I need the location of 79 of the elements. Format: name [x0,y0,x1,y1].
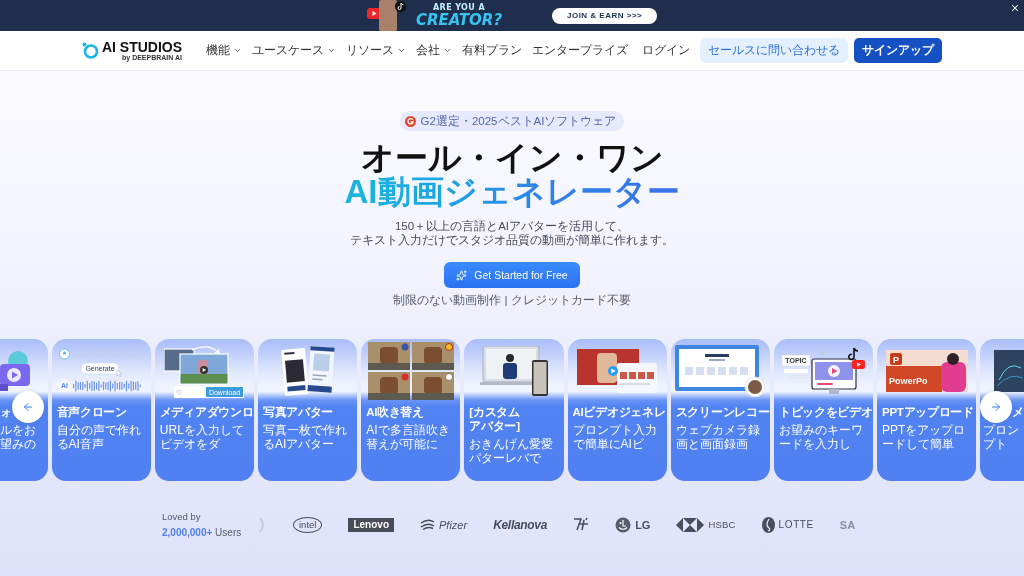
card-title: スクリーンレコー [675,405,770,419]
logo-wordmark: Pfizer [439,518,468,531]
banner-kicker: ARE YOU A [433,3,485,12]
card-description: ルをお望みの [0,423,37,451]
card-title: AIビデオジェネレ [572,405,666,419]
close-button[interactable] [1010,3,1020,13]
hero-subtitle: 150＋以上の言語とAIアバターを活用して、 テキスト入力だけでスタジオ品質の動画が簡単に作れます。 [350,219,674,247]
photo-placeholder [378,0,397,31]
laptop-phone-drawing [479,346,548,396]
hero-heading: オール・イン・ワン [360,141,664,175]
card-description: 写真一枚で作れるAIアバター [263,423,348,451]
logo-mark-icon [573,517,590,532]
logo-wordmark: HSBC [708,519,736,530]
logo-ring-icon [81,42,99,59]
card-description: PPTをアップロードして簡単 [882,423,967,451]
face-circle-logo-icon [615,516,632,533]
banner-headline: CREATOR? [415,12,503,28]
feature-card[interactable]: スクリーンレコー ウェブカメラ録画と画面録画 [670,339,770,481]
sparkle-icon [456,269,468,281]
nav-menu-item[interactable]: 有料プラン [462,43,523,58]
user-count: 2,000,000+ Users [162,527,243,538]
card-title: アバター] [469,419,520,433]
feature-card[interactable]: AIビデオジェネレ プロンプト入力で簡単にAIビ [567,339,667,481]
hero-note: 制限のない動画制作 | クレジットカード不要 [393,294,631,307]
logo-wordmark: Kellanova [493,517,548,532]
swoosh-logo-icon [420,519,435,530]
card-description: プロンプト入力で簡単にAIビ [572,423,658,451]
signup-button[interactable]: サインアップ [854,38,943,63]
card-title: AI吹き替え [366,405,424,419]
hero-heading-highlight: AI動画ジェネレーター [344,175,680,209]
video-play-icon [366,8,381,19]
card-title: [カスタム [469,405,520,419]
card-title: メディアダウンロ [159,405,254,419]
dark-photo-drawing [993,350,1024,392]
nav-menu-item[interactable]: 会社 [416,43,453,58]
contact-sales-button[interactable]: セールスに問い合わせる [700,38,849,63]
get-started-button[interactable]: Get Started for Free [444,262,580,288]
arrow-left-icon [22,401,34,413]
card-description: おきんげん愛愛パターレバで [469,437,555,465]
feature-card[interactable]: AI吹き替え AIで多言語吹き替えが可能に [361,339,461,481]
close-icon [1010,3,1020,13]
card-description: AIで多言語吹き替えが可能に [366,423,451,451]
logo-wordmark: Lenovo [348,517,394,532]
loved-by-label: Loved by [162,511,202,522]
logo-wordmark: AI STUDIOS [101,39,183,54]
arrow-right-icon [990,401,1002,413]
feature-card[interactable]: [カスタム アバター] おきんげん愛愛パターレバで [464,339,564,481]
video-tile-drawing [0,351,30,391]
id-cards-drawing [279,344,336,398]
badge-logo-icon [404,115,416,127]
music-note-icon [394,1,406,12]
badge-text: G2選定・2025ベストAIソフトウェア [420,113,617,129]
feature-card[interactable]: 写真アバター 写真一枚で作れるAIアバター [258,339,358,481]
card-description: プロンプト [983,423,1021,451]
join-earn-button[interactable]: JOIN & EARN >>> [552,7,658,24]
logo-wordmark: SA [839,518,856,531]
nav-menu-item[interactable]: リソース [346,43,407,58]
nav-menu-item[interactable]: ユースケース [252,43,337,58]
card-title: メ [1012,405,1024,419]
card-title: トピックをビデオ [778,405,873,419]
nav-menu-item[interactable]: エンタープライズ [532,43,629,58]
illustration-label: P [892,354,899,365]
logo-wordmark: LG [635,518,651,531]
oval-logo-icon [761,516,775,533]
card-title: ォ [0,405,12,419]
login-link[interactable]: ログイン [642,43,691,58]
logo-wordmark: LOTTE [778,519,814,530]
nav-menu-item[interactable]: 機能 [206,43,243,58]
card-description: 自分の声で作れるAI音声 [56,423,142,451]
card-title: 写真アバター [263,405,334,419]
card-title: 音声クローン [56,405,127,419]
card-title: PPTアップロード [882,405,974,419]
card-description: ウェブカメラ録画と画面録画 [675,423,761,451]
hexagon-logo-icon [676,517,705,532]
card-description: URLを入力してビデオをダ [159,423,245,451]
feature-card[interactable]: P PowerPo PPTアップロード PPTをアップロードして簡単 [877,339,977,481]
illustration-label: PowerPo [888,376,928,386]
card-description: お望みのキーワードを入力し [778,423,864,451]
logo-fragment-icon [259,516,267,533]
